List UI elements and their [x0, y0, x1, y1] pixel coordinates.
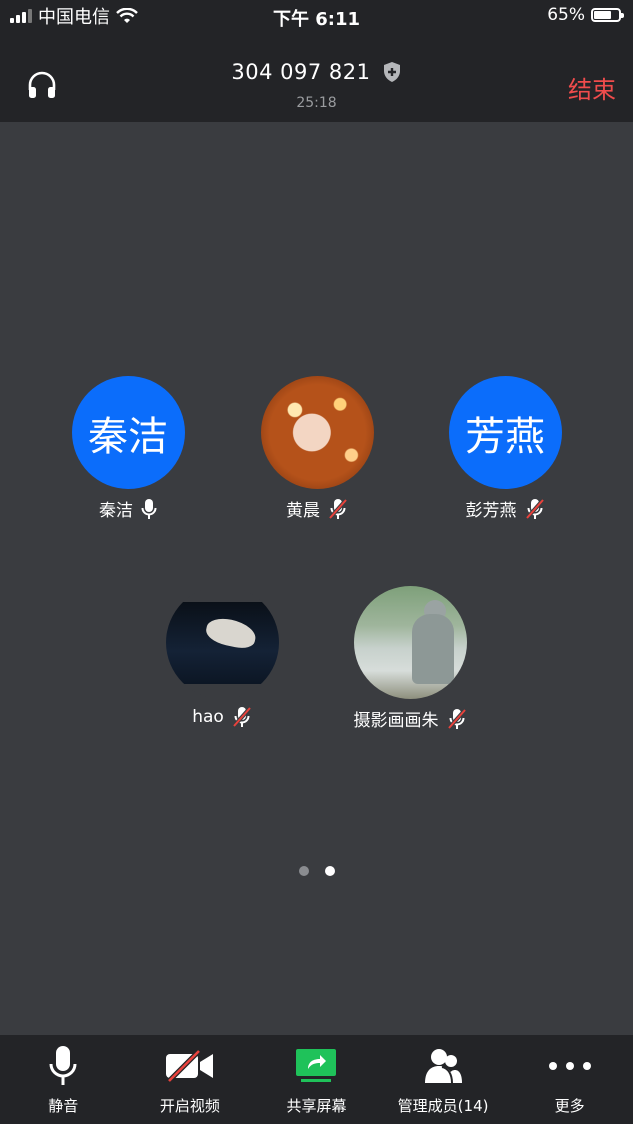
- mic-muted-icon: [447, 708, 466, 729]
- avatar: [260, 376, 374, 489]
- avatar: [165, 586, 279, 699]
- manage-members-label: 管理成员(14): [397, 1097, 489, 1115]
- participant-name: 摄影画画朱: [353, 711, 439, 731]
- start-video-button[interactable]: 开启视频: [127, 1035, 254, 1124]
- participant-tile[interactable]: 黄晨: [237, 376, 397, 521]
- more-button[interactable]: 更多: [506, 1035, 633, 1124]
- share-screen-button[interactable]: 共享屏幕: [253, 1035, 380, 1124]
- clock: 下午 6:11: [272, 9, 361, 30]
- mute-label: 静音: [48, 1097, 79, 1115]
- participant-name: 黄晨: [286, 501, 320, 521]
- page-dot-active[interactable]: [324, 866, 335, 876]
- participant-tile[interactable]: 秦洁 秦洁: [48, 376, 208, 521]
- mute-button[interactable]: 静音: [0, 1035, 127, 1124]
- status-bar: 中国电信 下午 6:11 65%: [0, 0, 633, 34]
- meeting-timer: 25:18: [296, 95, 337, 111]
- more-icon: [548, 1062, 591, 1070]
- manage-members-button[interactable]: 管理成员(14): [380, 1035, 507, 1124]
- meeting-header: 304 097 821 25:18 结束: [0, 34, 633, 122]
- battery-icon: [591, 8, 624, 22]
- meeting-id-row[interactable]: 304 097 821: [0, 60, 633, 84]
- shield-icon: [383, 62, 400, 82]
- share-screen-icon: [296, 1049, 337, 1082]
- page-indicator[interactable]: [0, 866, 633, 876]
- members-icon: [425, 1049, 463, 1084]
- participant-name: 彭芳燕: [465, 501, 517, 521]
- more-label: 更多: [554, 1097, 585, 1115]
- mic-muted-icon: [232, 706, 252, 728]
- end-meeting-button[interactable]: 结束: [568, 70, 616, 105]
- participant-tile[interactable]: 芳燕 彭芳燕: [425, 376, 585, 521]
- mic-muted-icon: [525, 498, 544, 519]
- status-right: 65%: [547, 5, 624, 25]
- battery-percent: 65%: [547, 5, 585, 25]
- mic-muted-icon: [328, 498, 348, 519]
- page-dot[interactable]: [298, 866, 309, 876]
- video-off-icon: [165, 1049, 213, 1083]
- bottom-toolbar: 静音 开启视频 共享屏幕 管理成员(14) 更多: [0, 1035, 633, 1124]
- participant-name: hao: [192, 707, 224, 727]
- participant-name: 秦洁: [99, 501, 133, 521]
- avatar: [353, 586, 467, 699]
- avatar: 秦洁: [71, 376, 185, 489]
- microphone-icon: [141, 498, 157, 519]
- microphone-icon: [49, 1046, 77, 1085]
- avatar: 芳燕: [448, 376, 562, 489]
- meeting-id: 304 097 821: [231, 60, 371, 84]
- participant-tile[interactable]: 摄影画画朱: [330, 586, 490, 731]
- participant-tile[interactable]: hao: [142, 586, 302, 728]
- start-video-label: 开启视频: [159, 1097, 220, 1115]
- share-screen-label: 共享屏幕: [286, 1097, 347, 1115]
